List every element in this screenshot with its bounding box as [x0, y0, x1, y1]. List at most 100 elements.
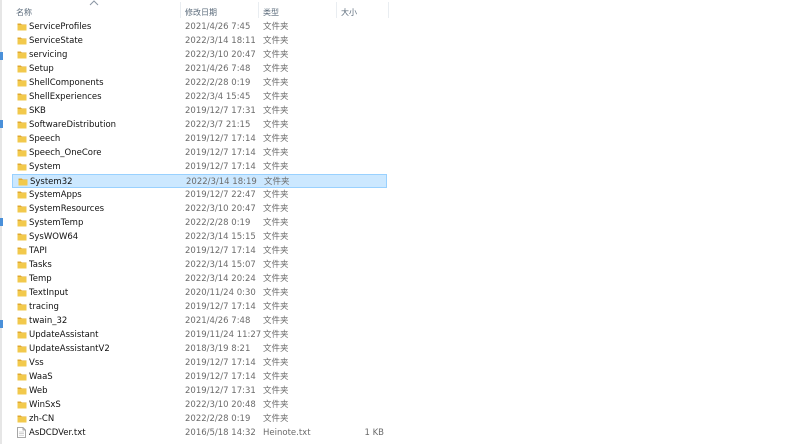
file-row[interactable]: ShellExperiences 2022/3/4 15:45 文件夹	[0, 90, 390, 104]
file-size	[341, 90, 384, 104]
file-size	[341, 370, 384, 384]
file-row[interactable]: TAPI 2019/12/7 17:14 文件夹	[0, 244, 390, 258]
file-modified-date: 2022/2/28 0:19	[185, 414, 251, 424]
file-name: twain_32	[29, 316, 68, 326]
file-row[interactable]: WinSxS 2022/3/10 20:48 文件夹	[0, 398, 390, 412]
file-type: 文件夹	[263, 386, 289, 396]
file-modified-date: 2022/3/10 20:47	[185, 50, 256, 60]
file-name: Setup	[29, 64, 54, 74]
file-type: 文件夹	[263, 400, 289, 410]
file-name: SystemTemp	[29, 218, 84, 228]
file-modified-date: 2022/3/14 20:24	[185, 274, 256, 284]
file-row[interactable]: Setup 2021/4/26 7:48 文件夹	[0, 62, 390, 76]
file-row[interactable]: UpdateAssistantV2 2018/3/19 8:21 文件夹	[0, 342, 390, 356]
file-row[interactable]: System 2019/12/7 17:14 文件夹	[0, 160, 390, 174]
folder-icon	[17, 160, 27, 174]
file-modified-date: 2018/3/19 8:21	[185, 344, 251, 354]
file-modified-date: 2016/5/18 14:32	[185, 428, 256, 438]
file-type: 文件夹	[263, 92, 289, 102]
file-row[interactable]: WaaS 2019/12/7 17:14 文件夹	[0, 370, 390, 384]
file-modified-date: 2022/3/10 20:48	[185, 400, 256, 410]
file-type: 文件夹	[264, 177, 290, 187]
column-header-size[interactable]: 大小	[341, 7, 357, 18]
file-row[interactable]: tracing 2019/12/7 17:14 文件夹	[0, 300, 390, 314]
column-divider[interactable]	[180, 2, 181, 18]
file-row[interactable]: Web 2019/12/7 17:31 文件夹	[0, 384, 390, 398]
file-row[interactable]: Temp 2022/3/14 20:24 文件夹	[0, 272, 390, 286]
file-modified-date: 2022/2/28 0:19	[185, 78, 251, 88]
file-row[interactable]: Speech 2019/12/7 17:14 文件夹	[0, 132, 390, 146]
file-row[interactable]: TextInput 2020/11/24 0:30 文件夹	[0, 286, 390, 300]
file-type: 文件夹	[263, 78, 289, 88]
column-divider[interactable]	[388, 2, 389, 18]
file-type: 文件夹	[263, 134, 289, 144]
file-row[interactable]: ShellComponents 2022/2/28 0:19 文件夹	[0, 76, 390, 90]
file-row[interactable]: Tasks 2022/3/14 15:07 文件夹	[0, 258, 390, 272]
file-modified-date: 2022/3/4 15:45	[185, 92, 251, 102]
file-row[interactable]: SoftwareDistribution 2022/3/7 21:15 文件夹	[0, 118, 390, 132]
file-modified-date: 2019/12/7 17:14	[185, 134, 256, 144]
column-divider[interactable]	[336, 2, 337, 18]
file-modified-date: 2019/12/7 17:14	[185, 246, 256, 256]
file-name: SoftwareDistribution	[29, 120, 117, 130]
file-size	[341, 188, 384, 202]
file-type: 文件夹	[263, 414, 289, 424]
column-header-bar: 名称 修改日期 类型 大小	[0, 0, 390, 20]
file-type: 文件夹	[263, 302, 289, 312]
file-size	[341, 160, 384, 174]
file-modified-date: 2022/3/14 15:15	[185, 232, 256, 242]
file-size	[341, 258, 384, 272]
file-size	[341, 398, 384, 412]
file-type: 文件夹	[263, 288, 289, 298]
file-modified-date: 2022/3/14 18:19	[186, 177, 257, 187]
file-type: 文件夹	[263, 218, 289, 228]
file-size	[341, 314, 384, 328]
file-row[interactable]: SystemResources 2022/3/10 20:47 文件夹	[0, 202, 390, 216]
file-row[interactable]: SystemTemp 2022/2/28 0:19 文件夹	[0, 216, 390, 230]
file-row[interactable]: SKB 2019/12/7 17:31 文件夹	[0, 104, 390, 118]
column-header-date[interactable]: 修改日期	[185, 7, 217, 18]
file-row[interactable]: ServiceState 2022/3/14 18:11 文件夹	[0, 34, 390, 48]
folder-icon	[17, 48, 27, 62]
sort-ascending-icon[interactable]	[89, 0, 99, 6]
file-row[interactable]: SystemApps 2019/12/7 22:47 文件夹	[0, 188, 390, 202]
file-size	[341, 286, 384, 300]
file-size	[341, 118, 384, 132]
file-size	[341, 76, 384, 90]
file-row[interactable]: AsDCDVer.txt 2016/5/18 14:32 Heinote.txt 1 …	[0, 426, 390, 440]
file-modified-date: 2022/3/14 15:07	[185, 260, 256, 270]
file-name: ServiceState	[29, 36, 83, 46]
folder-icon	[17, 328, 27, 342]
file-modified-date: 2020/11/24 0:30	[185, 288, 256, 298]
folder-icon	[17, 20, 27, 34]
folder-icon	[17, 146, 27, 160]
file-name: AsDCDVer.txt	[29, 428, 86, 438]
file-name: Speech	[29, 134, 61, 144]
file-row[interactable]: Speech_OneCore 2019/12/7 17:14 文件夹	[0, 146, 390, 160]
file-row[interactable]: ServiceProfiles 2021/4/26 7:45 文件夹	[0, 20, 390, 34]
column-header-type[interactable]: 类型	[263, 7, 279, 18]
file-row-selected[interactable]: System32 2022/3/14 18:19 文件夹	[12, 174, 387, 188]
file-type: 文件夹	[263, 372, 289, 382]
file-row[interactable]: Vss 2019/12/7 17:14 文件夹	[0, 356, 390, 370]
file-type: 文件夹	[263, 204, 289, 214]
column-divider[interactable]	[258, 2, 259, 18]
file-row[interactable]: servicing 2022/3/10 20:47 文件夹	[0, 48, 390, 62]
file-size	[341, 300, 384, 314]
folder-icon	[17, 342, 27, 356]
file-name: SystemResources	[29, 204, 105, 214]
file-name: SystemApps	[29, 190, 82, 200]
file-row[interactable]: zh-CN 2022/2/28 0:19 文件夹	[0, 412, 390, 426]
file-row[interactable]: twain_32 2021/4/26 7:48 文件夹	[0, 314, 390, 328]
file-name: SysWOW64	[29, 232, 79, 242]
file-type: 文件夹	[263, 330, 289, 340]
file-size	[341, 20, 384, 34]
file-row[interactable]: UpdateAssistant 2019/11/24 11:27 文件夹	[0, 328, 390, 342]
file-name: System	[29, 162, 61, 172]
file-name: tracing	[29, 302, 59, 312]
folder-icon	[17, 398, 27, 412]
file-type: 文件夹	[263, 64, 289, 74]
column-header-name[interactable]: 名称	[16, 7, 32, 18]
file-row[interactable]: SysWOW64 2022/3/14 15:15 文件夹	[0, 230, 390, 244]
file-size	[341, 62, 384, 76]
